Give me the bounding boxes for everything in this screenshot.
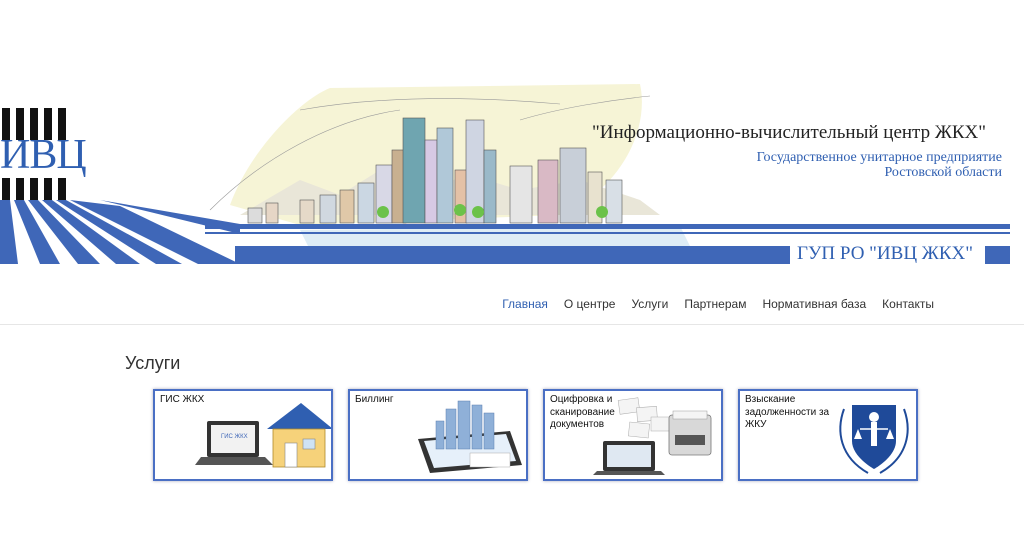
service-card-digitization[interactable]: Оцифровка и сканирование документов [543,389,723,481]
header-banner: ИВЦ "Информационно-вычислительный центр … [0,0,1024,280]
nav-item-services[interactable]: Услуги [623,297,676,311]
scanner-documents-icon [593,397,712,475]
site-subtitle-line2: Ростовской области [884,165,1002,180]
nav-item-regulations[interactable]: Нормативная база [754,297,874,311]
nav-item-about[interactable]: О центре [556,297,624,311]
site-title: "Информационно-вычислительный центр ЖКХ" [592,122,986,143]
main-nav: Главная О центре Услуги Партнерам Нормат… [0,288,1024,325]
svg-text:ГИС ЖКХ: ГИС ЖКХ [221,434,248,440]
nav-item-partners[interactable]: Партнерам [676,297,754,311]
nav-item-home[interactable]: Главная [494,297,556,311]
service-card-billing[interactable]: Биллинг [348,389,528,481]
services-title: Услуги [125,353,181,373]
tablet-city-icon [418,400,522,473]
justice-emblem-icon [839,405,909,474]
org-label: ГУП РО "ИВЦ ЖКХ" [797,243,973,264]
logo-text: ИВЦ [0,132,87,178]
laptop-house-icon: ГИС ЖКХ [195,403,331,468]
service-card-gis[interactable]: ГИС ЖКХ ГИС ЖКХ [153,389,333,481]
site-subtitle-line1: Государственное унитарное предприятие [756,150,1002,165]
nav-item-contacts[interactable]: Контакты [874,297,942,311]
service-card-debt-collection[interactable]: Взыскание задолженности за ЖКУ [738,389,918,481]
